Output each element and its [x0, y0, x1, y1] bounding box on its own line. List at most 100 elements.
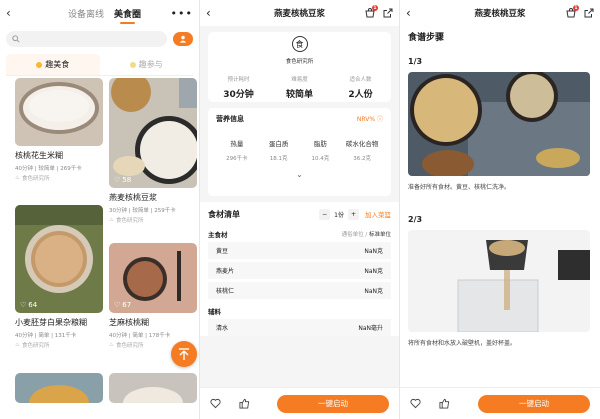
- stat-value: 2人份: [348, 90, 373, 100]
- nutrient-item: 热量 296千卡: [216, 138, 258, 162]
- search-icon: [12, 35, 20, 43]
- recipe-title: 核桃花生米糊: [15, 151, 63, 160]
- ingredient-qty: NaN毫升: [358, 325, 383, 332]
- stat-label: 适合人数: [349, 77, 372, 83]
- one-click-start-button[interactable]: 一键启动: [478, 394, 590, 413]
- thumbs-up-icon[interactable]: [439, 394, 450, 413]
- help-icon: ⓘ: [376, 116, 383, 123]
- recipe-card[interactable]: ♡ 64 小麦胚芽白果杂粮糊 40分钟 | 简单 | 131千卡 ♨ 食色研究所: [15, 205, 103, 349]
- recipe-image: ♡ 58: [109, 78, 197, 188]
- recipe-card[interactable]: [15, 373, 103, 403]
- chevron-down-icon[interactable]: ⌄: [216, 170, 383, 179]
- steps-bottom-bar: 一键启动: [400, 387, 600, 419]
- author-name: 食色研究所: [21, 343, 50, 349]
- ingredient-name: 燕麦片: [216, 268, 235, 275]
- ingredient-qty: NaN克: [364, 248, 383, 255]
- ingredient-row: 燕麦片 NaN克: [208, 262, 391, 279]
- recipe-meta: 30分钟 | 较简单 | 259千卡: [109, 208, 176, 214]
- nutrition-card: 营养信息 NRV% ⓘ 热量 296千卡 蛋白质 18.1克 脂肪 10.4克 碳水化…: [208, 108, 391, 196]
- recipe-image: ♡ 67: [109, 243, 197, 313]
- stat-servings: 适合人数 2人份: [330, 75, 391, 100]
- nutrient-item: 蛋白质 18.1克: [258, 138, 300, 162]
- subtab-fun-join[interactable]: 趣参与: [100, 54, 194, 75]
- one-click-start-button[interactable]: 一键启动: [277, 394, 389, 413]
- heart-icon: ♡: [114, 176, 121, 184]
- nrv-link[interactable]: NRV% ⓘ: [357, 114, 383, 124]
- search-input[interactable]: [6, 31, 167, 47]
- add-to-basket-button[interactable]: 加入菜篮: [365, 209, 391, 219]
- nutrient-name: 脂肪: [313, 140, 327, 148]
- servings-value: 1份: [334, 211, 344, 219]
- ellipsis-icon[interactable]: •••: [171, 7, 193, 20]
- recipe-info-card: 食 食色研究所 预计耗时 30分钟 难易度 较简单 适合人数 2人份: [208, 32, 391, 102]
- recipe-title: 燕麦核桃豆浆: [109, 193, 157, 202]
- cart-icon[interactable]: 1: [365, 5, 378, 18]
- nutrient-value: 18.1克: [269, 156, 288, 162]
- share-icon[interactable]: [584, 8, 594, 18]
- recipe-title: 小麦胚芽白果杂粮糊: [15, 318, 87, 327]
- nutrient-value: 10.4克: [311, 156, 330, 162]
- nutrient-name: 蛋白质: [268, 140, 289, 148]
- scroll-top-button[interactable]: [171, 341, 197, 367]
- smile-icon: [36, 61, 43, 68]
- ingredients-title: 食材清单: [208, 209, 240, 219]
- nutrient-value: 36.2克: [353, 156, 371, 162]
- tab-food-circle[interactable]: 美食圈: [114, 7, 141, 24]
- like-count-value: 64: [28, 301, 38, 309]
- subtab-fun-food[interactable]: 趣美食: [6, 54, 100, 75]
- author-icon: ♨: [15, 342, 20, 348]
- recipe-card[interactable]: ♡ 67 芝麻核桃糊 40分钟 | 简单 | 178千卡 ♨ 食色研究所: [109, 243, 197, 349]
- feed-panel: ‹ 设备离线 美食圈 ••• 趣美食 趣参与 核桃花生米糊 40分钟 | 较简单…: [0, 0, 200, 419]
- heart-icon[interactable]: [210, 394, 221, 413]
- recipe-card[interactable]: ♡ 58 燕麦核桃豆浆 30分钟 | 较简单 | 259千卡 ♨ 食色研究所: [109, 78, 197, 224]
- recipe-image: [15, 373, 103, 403]
- recipe-card[interactable]: 核桃花生米糊 40分钟 | 较简单 | 269千卡 ♨ 食色研究所: [15, 78, 103, 182]
- detail-panel: ‹ 燕麦核桃豆浆 1 食 食色研究所 预计耗时 30分钟 难易度 较简单 适合人…: [200, 0, 400, 419]
- author-icon: ♨: [109, 217, 114, 223]
- heart-icon: ♡: [20, 301, 27, 309]
- ingredient-name: 黄豆: [216, 248, 229, 255]
- arrow-up-icon: [179, 348, 189, 360]
- tab-device-offline[interactable]: 设备离线: [68, 7, 104, 20]
- author-icon: ♨: [15, 175, 20, 181]
- recipe-meta: 40分钟 | 简单 | 131千卡: [15, 333, 77, 339]
- stat-value: 30分钟: [223, 90, 254, 100]
- recipe-title: 芝麻核桃糊: [109, 318, 149, 327]
- author-name: 食色研究所: [115, 218, 144, 224]
- heart-icon[interactable]: [410, 394, 421, 413]
- unit-normal[interactable]: 通俗单位: [342, 232, 364, 238]
- stat-value: 较简单: [285, 90, 313, 100]
- user-icon: [179, 35, 187, 43]
- chevron-left-icon[interactable]: ‹: [6, 6, 22, 20]
- user-button[interactable]: [173, 32, 193, 46]
- thumbs-up-icon[interactable]: [239, 394, 250, 413]
- nutrition-title: 营养信息: [216, 115, 244, 123]
- chevron-left-icon[interactable]: ‹: [206, 6, 220, 20]
- step-description: 准备好所有食材。黄豆、核桃仁洗净。: [408, 184, 511, 191]
- chevron-left-icon[interactable]: ‹: [406, 6, 420, 20]
- recipe-author: ♨ 食色研究所: [15, 341, 103, 349]
- nrv-label: NRV%: [356, 116, 376, 123]
- ingredients-section: 食材清单 − 1份 + 加入菜篮 主食材 通俗单位 / 标准单位 黄豆 NaN克 …: [200, 202, 399, 336]
- cart-badge: 1: [573, 5, 579, 11]
- servings-stepper[interactable]: − 1份 +: [319, 208, 359, 220]
- cart-icon[interactable]: 1: [566, 5, 579, 18]
- plus-button[interactable]: +: [348, 208, 359, 220]
- recipe-meta: 40分钟 | 较简单 | 269千卡: [15, 166, 82, 172]
- like-count: ♡ 58: [114, 176, 131, 184]
- ingredient-row: 核桃仁 NaN克: [208, 282, 391, 299]
- unit-switch[interactable]: 通俗单位 / 标准单位: [342, 230, 391, 238]
- recipe-image: [15, 78, 103, 146]
- minus-button[interactable]: −: [319, 208, 331, 220]
- ingredient-qty: NaN克: [364, 288, 383, 295]
- stat-label: 难易度: [291, 77, 308, 83]
- nutrient-item: 脂肪 10.4克: [300, 138, 342, 162]
- share-icon[interactable]: [383, 8, 393, 18]
- stat-difficulty: 难易度 较简单: [269, 75, 330, 100]
- recipe-card[interactable]: [109, 373, 197, 403]
- subtab-label: 趣美食: [45, 60, 70, 69]
- ingredient-qty: NaN克: [364, 268, 383, 275]
- stat-time: 预计耗时 30分钟: [208, 75, 269, 100]
- like-count: ♡ 64: [20, 301, 37, 309]
- unit-standard[interactable]: 标准单位: [369, 232, 391, 238]
